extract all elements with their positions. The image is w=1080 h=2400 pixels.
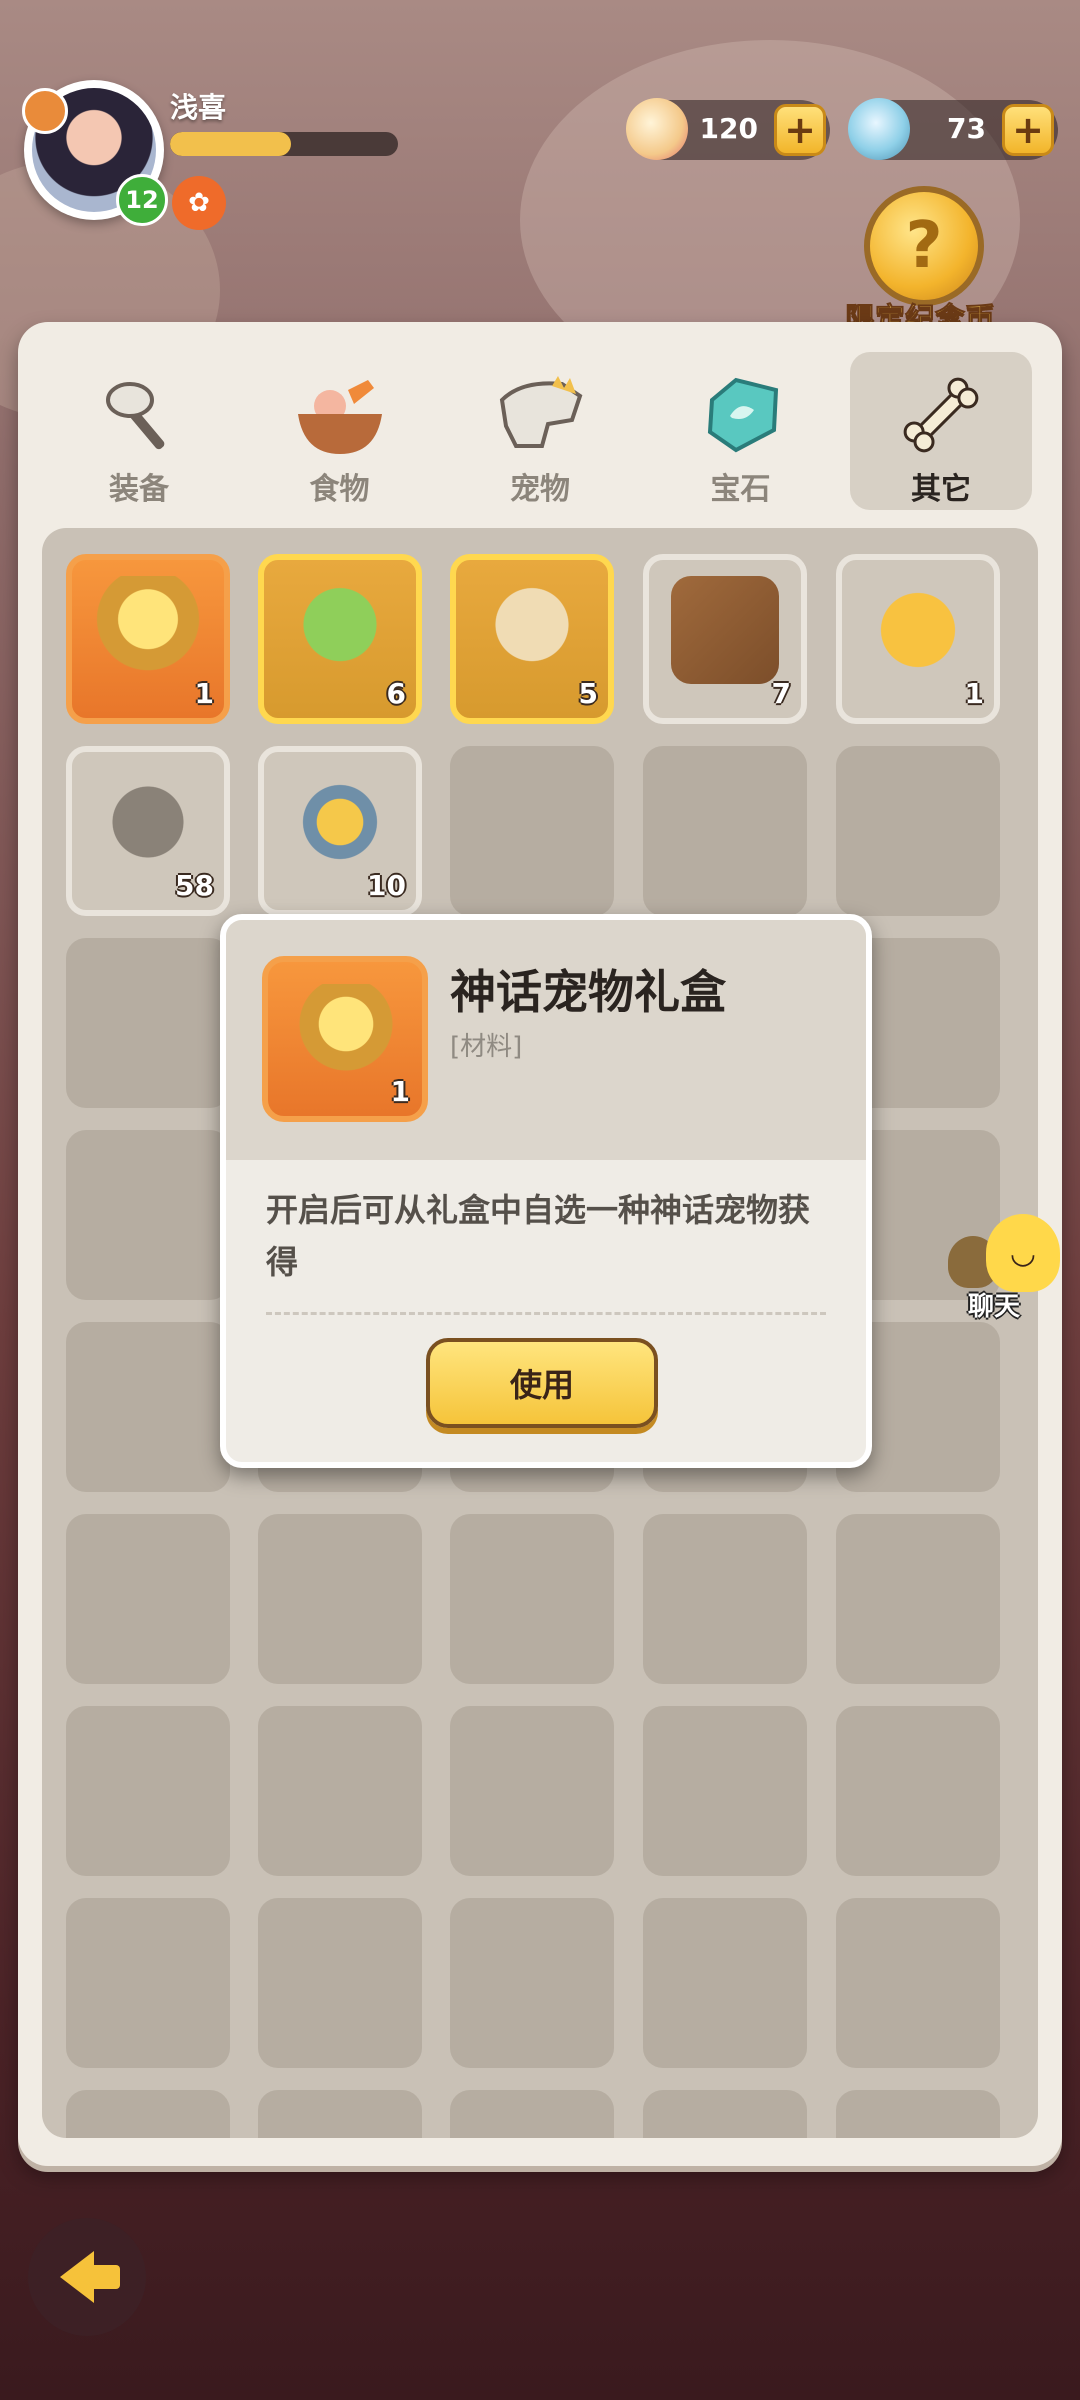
inventory-slot-rune-stone[interactable]: 58 [66, 746, 230, 916]
popup-item-type: [材料] [450, 1032, 523, 1062]
question-coin-icon: ? [864, 186, 984, 306]
gold-shell-coin-icon [864, 576, 972, 684]
item-qty: 1 [964, 677, 984, 710]
inventory-slot-mythic-pet-giftbox[interactable]: 1 [66, 554, 230, 724]
inventory-slot-empty [643, 746, 807, 916]
inventory-slot-empty [66, 1706, 230, 1876]
tab-label: 宝石 [710, 472, 771, 507]
inventory-slot-empty [450, 746, 614, 916]
item-qty: 10 [367, 869, 406, 902]
popup-item-icon: 1 [262, 956, 428, 1122]
chat-button[interactable]: ◡ 聊天 [948, 1210, 1068, 1322]
stone-axe-icon [91, 370, 187, 460]
popup-item-qty: 1 [390, 1075, 410, 1108]
inventory-slot-empty [258, 1898, 422, 2068]
inventory-slot-gold-shell-coin[interactable]: 1 [836, 554, 1000, 724]
add-diamond-button[interactable]: + [1002, 104, 1054, 156]
gem-icon [693, 370, 789, 460]
inventory-slot-green-golem-statue[interactable]: 6 [258, 554, 422, 724]
inventory-slot-empty [836, 1898, 1000, 2068]
food-bowl-icon [292, 370, 388, 460]
inventory-slot-empty [450, 1898, 614, 2068]
inventory-slot-empty [643, 1898, 807, 2068]
inventory-slot-stone-lion-statue[interactable]: 5 [450, 554, 614, 724]
item-qty: 58 [175, 869, 214, 902]
tab-label: 其它 [911, 472, 971, 507]
chat-label: 聊天 [968, 1292, 1021, 1322]
forge-anvil-icon [286, 768, 394, 876]
tab-food[interactable]: 食物 [249, 352, 431, 510]
inventory-slot-empty [258, 1706, 422, 1876]
inventory-slot-empty [258, 1514, 422, 1684]
tab-other[interactable]: 其它 [850, 352, 1032, 510]
category-tabs: 装备 食物 宠物 宝石 其它 [48, 352, 1032, 512]
item-qty: 5 [578, 677, 598, 710]
inventory-slot-empty [450, 1514, 614, 1684]
inventory-slot-empty [836, 1514, 1000, 1684]
inventory-slot-empty [66, 1898, 230, 2068]
inventory-slot-forge-anvil[interactable]: 10 [258, 746, 422, 916]
back-button[interactable] [28, 2218, 146, 2336]
inventory-slot-empty [66, 1514, 230, 1684]
popup-title: 神话宠物礼盒 [450, 965, 726, 1019]
level-badge: 12 [116, 174, 168, 226]
pawprint-icon[interactable]: ✿ [172, 176, 226, 230]
diamond-icon [848, 98, 910, 160]
inventory-slot-empty [450, 1706, 614, 1876]
exp-bar-fill [170, 132, 291, 156]
tab-label: 装备 [109, 472, 169, 507]
add-shell-button[interactable]: + [774, 104, 826, 156]
tab-gems[interactable]: 宝石 [650, 352, 832, 510]
video-scroll-icon [671, 576, 779, 684]
inventory-slot-empty [66, 1322, 230, 1492]
inventory-slot-empty [643, 2090, 807, 2138]
shell-icon [626, 98, 688, 160]
back-arrow-tail [86, 2265, 120, 2289]
item-qty: 6 [386, 677, 406, 710]
player-name: 浅喜 [170, 91, 227, 124]
popup-description: 开启后可从礼盒中自选一种神话宠物获得 [266, 1191, 811, 1281]
tab-pets[interactable]: 宠物 [449, 352, 631, 510]
rune-stone-icon [94, 768, 202, 876]
shell-value: 120 [699, 112, 758, 145]
tab-equipment[interactable]: 装备 [48, 352, 230, 510]
stone-lion-statue-icon [478, 576, 586, 684]
inventory-slot-empty [66, 2090, 230, 2138]
inventory-slot-empty [836, 2090, 1000, 2138]
exp-bar [170, 132, 398, 156]
diamond-value: 73 [947, 112, 986, 145]
shell-currency: 120 + [626, 98, 830, 160]
chat-smile-icon: ◡ [986, 1214, 1060, 1292]
use-button[interactable]: 使用 [426, 1338, 658, 1428]
diamond-currency: 73 + [848, 98, 1058, 160]
tab-label: 宠物 [510, 472, 570, 507]
tab-label: 食物 [309, 472, 370, 507]
inventory-slot-empty [836, 1706, 1000, 1876]
claw-icon [22, 88, 68, 134]
green-golem-statue-icon [286, 576, 394, 684]
giftbox-icon [298, 984, 394, 1084]
inventory-slot-empty [450, 2090, 614, 2138]
inventory-slot-empty [258, 2090, 422, 2138]
bone-icon [893, 370, 989, 460]
item-detail-popup: 1 神话宠物礼盒 [材料] 开启后可从礼盒中自选一种神话宠物获得 使用 [220, 914, 872, 1468]
inventory-slot-empty [643, 1514, 807, 1684]
item-qty: 1 [194, 677, 214, 710]
dino-skull-icon [492, 370, 588, 460]
inventory-slot-empty [66, 938, 230, 1108]
inventory-slot-empty [836, 746, 1000, 916]
inventory-slot-empty [643, 1706, 807, 1876]
inventory-slot-video-scroll[interactable]: 7 [643, 554, 807, 724]
inventory-slot-empty [66, 1130, 230, 1300]
item-qty: 7 [771, 677, 791, 710]
mythic-pet-giftbox-icon [94, 576, 202, 684]
popup-divider [266, 1312, 826, 1315]
